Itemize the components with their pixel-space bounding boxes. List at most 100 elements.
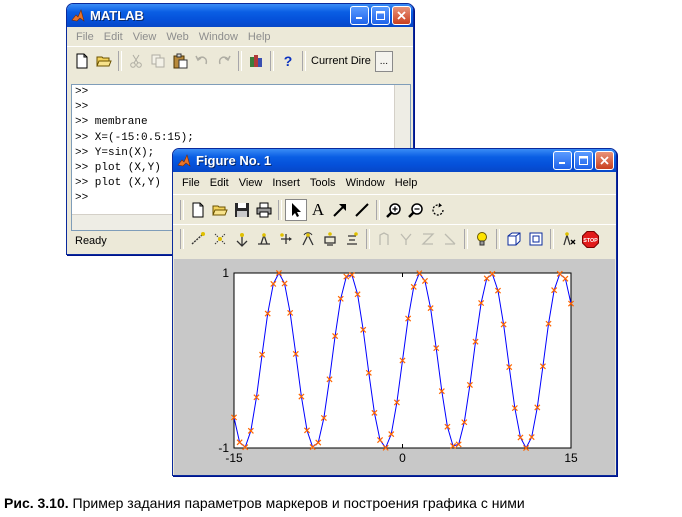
- sine-plot[interactable]: -15 0 151-1: [174, 259, 615, 475]
- pan-camera-icon: [236, 233, 248, 247]
- paste-button[interactable]: [169, 50, 191, 72]
- axis-none-button[interactable]: [439, 228, 461, 250]
- close-button[interactable]: [392, 6, 411, 25]
- toolbar-separator: [464, 229, 468, 249]
- stop-camera-button[interactable]: STOP: [579, 228, 601, 250]
- toolbar-separator: [278, 199, 282, 220]
- insert-arrow-button[interactable]: [329, 199, 351, 221]
- edit-plot-button[interactable]: [285, 198, 307, 221]
- matlab-toolbar: ? Current Dire ...: [67, 46, 413, 75]
- walk-camera-icon: [347, 232, 358, 245]
- orbit-camera-button[interactable]: [187, 228, 209, 250]
- menu-web[interactable]: Web: [161, 31, 193, 43]
- figure-caption: Рис. 3.10. Пример задания параметров мар…: [4, 495, 525, 511]
- menu-edit[interactable]: Edit: [99, 31, 128, 43]
- save-disk-icon: [235, 202, 249, 217]
- toolbar-separator: [118, 51, 122, 71]
- redo-button[interactable]: [213, 50, 235, 72]
- command-line: >>: [75, 86, 89, 98]
- redo-icon: [218, 55, 231, 65]
- zoom-camera-button[interactable]: [319, 228, 341, 250]
- menu-window[interactable]: Window: [341, 177, 390, 189]
- help-button[interactable]: ?: [277, 50, 299, 72]
- move-camera-button[interactable]: [275, 228, 297, 250]
- move-camera-icon: [280, 233, 292, 244]
- command-line: >>: [75, 101, 89, 114]
- scroll-left-arrow-icon[interactable]: [112, 230, 126, 231]
- close-icon: [397, 11, 406, 20]
- current-directory-label: Current Dire: [311, 55, 371, 67]
- zoom-camera-icon: [324, 232, 336, 246]
- dolly-camera-button[interactable]: [253, 228, 275, 250]
- stop-sign-label: STOP: [583, 237, 598, 243]
- print-button[interactable]: [253, 199, 275, 221]
- maximize-button[interactable]: [574, 151, 593, 170]
- projection-perspective-button[interactable]: [525, 228, 547, 250]
- menu-view[interactable]: View: [234, 177, 268, 189]
- cut-button[interactable]: [125, 50, 147, 72]
- arrow-icon: [333, 203, 346, 217]
- menu-file[interactable]: File: [71, 31, 99, 43]
- figure-titlebar[interactable]: Figure No. 1: [173, 149, 616, 172]
- undo-button[interactable]: [191, 50, 213, 72]
- status-text: Ready: [75, 235, 107, 247]
- close-button[interactable]: [595, 151, 614, 170]
- arrow-pointer-icon: [292, 202, 301, 217]
- menu-file[interactable]: File: [177, 177, 205, 189]
- zoom-out-button[interactable]: [405, 199, 427, 221]
- figure-title: Figure No. 1: [196, 153, 272, 168]
- pan-camera-button[interactable]: [231, 228, 253, 250]
- reset-camera-button[interactable]: [557, 228, 579, 250]
- figure-menubar: File Edit View Insert Tools Window Help: [173, 172, 616, 194]
- printer-icon: [256, 202, 272, 217]
- orbit-light-button[interactable]: [209, 228, 231, 250]
- minimize-button[interactable]: [553, 151, 572, 170]
- figure-canvas[interactable]: -15 0 15 1 -1: [174, 259, 615, 475]
- axis-x-button[interactable]: [373, 228, 395, 250]
- open-file-button[interactable]: [93, 50, 115, 72]
- rotate-icon: [432, 202, 444, 216]
- menu-view[interactable]: View: [128, 31, 162, 43]
- axis-x-icon: [379, 232, 389, 245]
- insert-line-button[interactable]: [351, 199, 373, 221]
- simulink-button[interactable]: [245, 50, 267, 72]
- menu-insert[interactable]: Insert: [267, 177, 305, 189]
- matlab-menubar: File Edit View Web Window Help: [67, 27, 413, 46]
- zoom-in-button[interactable]: [383, 199, 405, 221]
- menu-help[interactable]: Help: [243, 31, 276, 43]
- axis-z-icon: [421, 233, 435, 245]
- toggle-light-button[interactable]: [471, 228, 493, 250]
- matlab-titlebar[interactable]: MATLAB: [67, 4, 413, 27]
- toolbar-separator: [270, 51, 274, 71]
- axis-y-icon: [400, 233, 412, 245]
- minimize-button[interactable]: [350, 6, 369, 25]
- new-file-button[interactable]: [71, 50, 93, 72]
- menu-help[interactable]: Help: [390, 177, 423, 189]
- save-button[interactable]: [231, 199, 253, 221]
- browse-directory-button[interactable]: ...: [374, 50, 393, 72]
- insert-text-button[interactable]: A: [307, 199, 329, 221]
- y-tick-label: -1: [218, 441, 229, 455]
- open-file-button[interactable]: [209, 199, 231, 221]
- y-tick-label: 1: [222, 266, 229, 280]
- command-line: >> X=(-15:0.5:15);: [75, 131, 194, 144]
- roll-camera-icon: [302, 232, 314, 246]
- menu-tools[interactable]: Tools: [305, 177, 341, 189]
- copy-button[interactable]: [147, 50, 169, 72]
- roll-camera-button[interactable]: [297, 228, 319, 250]
- menu-window[interactable]: Window: [194, 31, 243, 43]
- axis-y-button[interactable]: [395, 228, 417, 250]
- walk-camera-button[interactable]: [341, 228, 363, 250]
- new-figure-button[interactable]: [187, 199, 209, 221]
- open-folder-icon: [96, 56, 112, 67]
- axis-z-button[interactable]: [417, 228, 439, 250]
- menu-edit[interactable]: Edit: [205, 177, 234, 189]
- maximize-button[interactable]: [371, 6, 390, 25]
- light-bulb-icon: [477, 232, 487, 246]
- orbit-camera-icon: [191, 232, 205, 245]
- cube-icon: [507, 232, 521, 246]
- projection-orthographic-button[interactable]: [503, 228, 525, 250]
- matlab-logo-icon: [71, 8, 85, 22]
- rotate-3d-button[interactable]: [427, 199, 449, 221]
- matlab-title: MATLAB: [90, 8, 144, 23]
